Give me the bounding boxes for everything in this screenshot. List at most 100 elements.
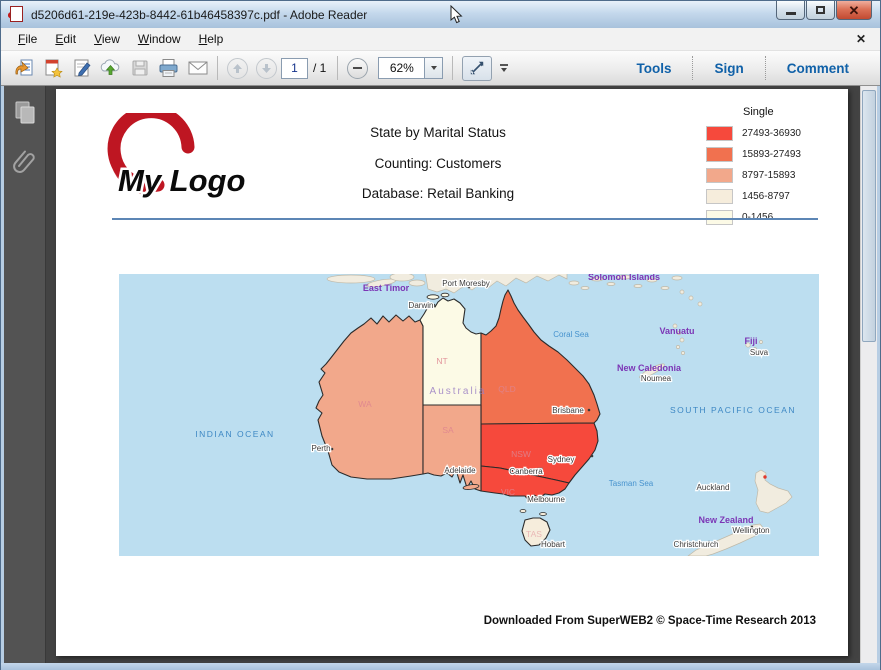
label-vic: VIC: [501, 487, 515, 497]
toolbar-separator: [452, 56, 453, 80]
open-icon: [13, 57, 35, 79]
zoom-level-dropdown[interactable]: [425, 57, 443, 79]
email-icon: [186, 57, 210, 79]
attachments-button[interactable]: [12, 147, 38, 180]
scrollbar-thumb[interactable]: [862, 90, 876, 342]
label-tasman-sea: Tasman Sea: [609, 479, 654, 488]
legend-range: 27493-36930: [742, 128, 801, 139]
sign-button[interactable]: Sign: [692, 56, 764, 80]
menu-file[interactable]: File: [9, 29, 46, 49]
cloud-upload-icon: [99, 57, 122, 79]
label-adelaide: Adelaide: [444, 466, 476, 475]
previous-page-button[interactable]: [223, 55, 252, 82]
save-button[interactable]: [125, 55, 154, 82]
print-icon: [157, 57, 180, 79]
toolbar-separator: [337, 56, 338, 80]
report-title: State by Marital Status: [288, 125, 588, 140]
legend-range: 8797-15893: [742, 170, 795, 181]
label-perth: Perth: [311, 444, 330, 453]
page-number-input[interactable]: [281, 58, 308, 79]
legend-range: 1456-8797: [742, 191, 790, 202]
fill-sign-button[interactable]: [67, 55, 96, 82]
logo-text: My Logo: [118, 163, 245, 198]
footer-note: Downloaded From SuperWEB2 © Space-Time R…: [484, 615, 816, 627]
restore-icon: [816, 6, 825, 14]
menu-window[interactable]: Window: [129, 29, 190, 49]
report-database: Database: Retail Banking: [288, 186, 588, 201]
zoom-level-value[interactable]: 62%: [378, 57, 425, 79]
more-tools-button[interactable]: [500, 64, 508, 72]
label-suva: Suva: [750, 348, 769, 357]
title-bar[interactable]: d5206d61-219e-423b-8442-61b46458397c.pdf…: [1, 1, 880, 28]
page-thumbnails-button[interactable]: [13, 100, 37, 131]
label-australia: Australia: [430, 386, 487, 397]
label-brisbane: Brisbane: [552, 406, 584, 415]
pdf-page: My Logo State by Marital Status Counting…: [56, 89, 848, 656]
label-wellington: Wellington: [732, 526, 769, 535]
navigation-pane: [4, 86, 46, 663]
header-divider: [112, 218, 818, 220]
legend-title: Single: [743, 106, 841, 118]
company-logo: My Logo: [92, 113, 282, 214]
legend-item: 8797-15893: [706, 168, 841, 183]
main-area: My Logo State by Marital Status Counting…: [1, 86, 880, 663]
label-vanuatu: Vanuatu: [659, 326, 694, 336]
email-button[interactable]: [183, 55, 212, 82]
toolbar: / 1 62% Tools Sign Comment: [1, 51, 880, 86]
cloud-upload-button[interactable]: [96, 55, 125, 82]
legend-swatch: [706, 189, 733, 204]
label-new-caledonia: New Caledonia: [617, 363, 682, 373]
legend-item: 1456-8797: [706, 189, 841, 204]
australia-choropleth-map: INDIAN OCEAN SOUTH PACIFIC OCEAN Coral S…: [119, 274, 819, 556]
label-port-moresby: Port Moresby: [442, 279, 490, 288]
fit-window-button[interactable]: [462, 56, 492, 81]
chevron-down-icon: [431, 66, 437, 70]
open-button[interactable]: [9, 55, 38, 82]
close-icon: ✕: [849, 4, 860, 17]
close-button[interactable]: ✕: [836, 1, 872, 20]
mouse-cursor-icon: [449, 5, 463, 25]
window-frame-bottom: [1, 663, 880, 670]
save-icon: [129, 57, 151, 79]
menu-bar: File Edit View Window Help ✕: [1, 28, 880, 51]
label-east-timor: East Timor: [363, 283, 410, 293]
fill-sign-icon: [71, 57, 93, 79]
label-christchurch: Christchurch: [674, 540, 719, 549]
page-total-label: / 1: [313, 61, 326, 75]
label-nt: NT: [436, 356, 447, 366]
label-qld: QLD: [498, 384, 515, 394]
label-sa: SA: [442, 425, 454, 435]
zoom-out-button[interactable]: [343, 55, 372, 82]
create-pdf-button[interactable]: [38, 55, 67, 82]
label-darwin: Darwin: [409, 301, 434, 310]
legend-swatch: [706, 147, 733, 162]
legend-item: 15893-27493: [706, 147, 841, 162]
fit-window-icon: [469, 60, 485, 76]
next-page-button[interactable]: [252, 55, 281, 82]
map-legend: Single 27493-36930 15893-27493 8797-1589…: [706, 106, 841, 231]
next-page-icon: [261, 63, 272, 74]
menu-edit[interactable]: Edit: [46, 29, 85, 49]
minimize-button[interactable]: [776, 1, 805, 20]
label-fiji: Fiji: [745, 336, 758, 346]
vertical-scrollbar[interactable]: [860, 86, 877, 663]
pdf-app-icon: [8, 6, 25, 23]
paperclip-icon: [12, 147, 38, 175]
restore-button[interactable]: [806, 1, 835, 20]
window-title: d5206d61-219e-423b-8442-61b46458397c.pdf…: [31, 8, 367, 22]
label-melbourne: Melbourne: [527, 495, 565, 504]
print-button[interactable]: [154, 55, 183, 82]
label-tas: TAS: [526, 529, 542, 539]
menubar-close-icon[interactable]: ✕: [856, 32, 866, 46]
menu-view[interactable]: View: [85, 29, 129, 49]
zoom-out-icon: [353, 67, 362, 70]
legend-swatch: [706, 168, 733, 183]
tools-button[interactable]: Tools: [615, 56, 692, 80]
label-noumea: Noumea: [641, 374, 672, 383]
label-new-zealand: New Zealand: [698, 515, 753, 525]
label-indian-ocean: INDIAN OCEAN: [195, 429, 274, 439]
menu-help[interactable]: Help: [190, 29, 233, 49]
label-south-pacific: SOUTH PACIFIC OCEAN: [670, 405, 796, 415]
comment-button[interactable]: Comment: [765, 56, 870, 80]
toolbar-separator: [217, 56, 218, 80]
